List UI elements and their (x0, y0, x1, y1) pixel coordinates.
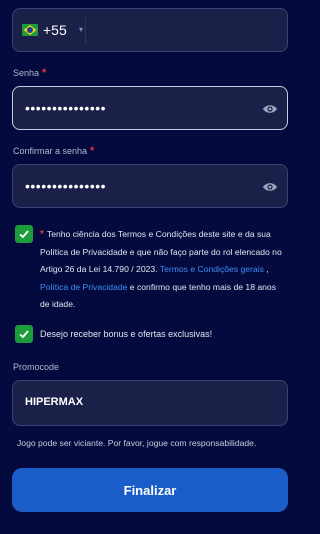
submit-button[interactable]: Finalizar (12, 468, 288, 512)
terms-text: * Tenho ciência dos Termos e Condições de… (40, 229, 282, 309)
eye-icon[interactable] (262, 102, 278, 116)
password-label: Senha * (13, 67, 47, 79)
confirm-password-label: Confirmar a senha * (13, 145, 95, 157)
check-icon (19, 230, 29, 239)
required-mark: * (40, 229, 44, 240)
password-input[interactable]: ••••••••••••••• (12, 86, 288, 130)
gambling-warning: Jogo pode ser viciante. Por favor, jogue… (17, 438, 257, 448)
promocode-input[interactable]: HIPERMAX (12, 380, 288, 426)
confirm-password-value: ••••••••••••••• (25, 178, 107, 194)
phone-input[interactable]: +55 ▾ (12, 8, 288, 52)
bonus-checkbox[interactable] (15, 325, 33, 343)
required-mark: * (42, 67, 47, 79)
check-icon (19, 330, 29, 339)
eye-icon[interactable] (262, 180, 278, 194)
country-code[interactable]: +55 (43, 22, 67, 38)
privacy-link[interactable]: Política de Privacidade (40, 282, 127, 292)
divider (85, 18, 86, 44)
password-value: ••••••••••••••• (25, 100, 107, 116)
confirm-password-input[interactable]: ••••••••••••••• (12, 164, 288, 208)
required-mark: * (90, 145, 95, 157)
terms-link[interactable]: Termos e Condições gerais (160, 264, 264, 274)
promocode-value: HIPERMAX (25, 396, 84, 408)
chevron-down-icon[interactable]: ▾ (79, 25, 83, 34)
bonus-label: Desejo receber bonus e ofertas exclusiva… (40, 329, 213, 339)
terms-checkbox[interactable] (15, 225, 33, 243)
promocode-label: Promocode (13, 362, 60, 372)
brazil-flag-icon[interactable] (22, 24, 38, 36)
